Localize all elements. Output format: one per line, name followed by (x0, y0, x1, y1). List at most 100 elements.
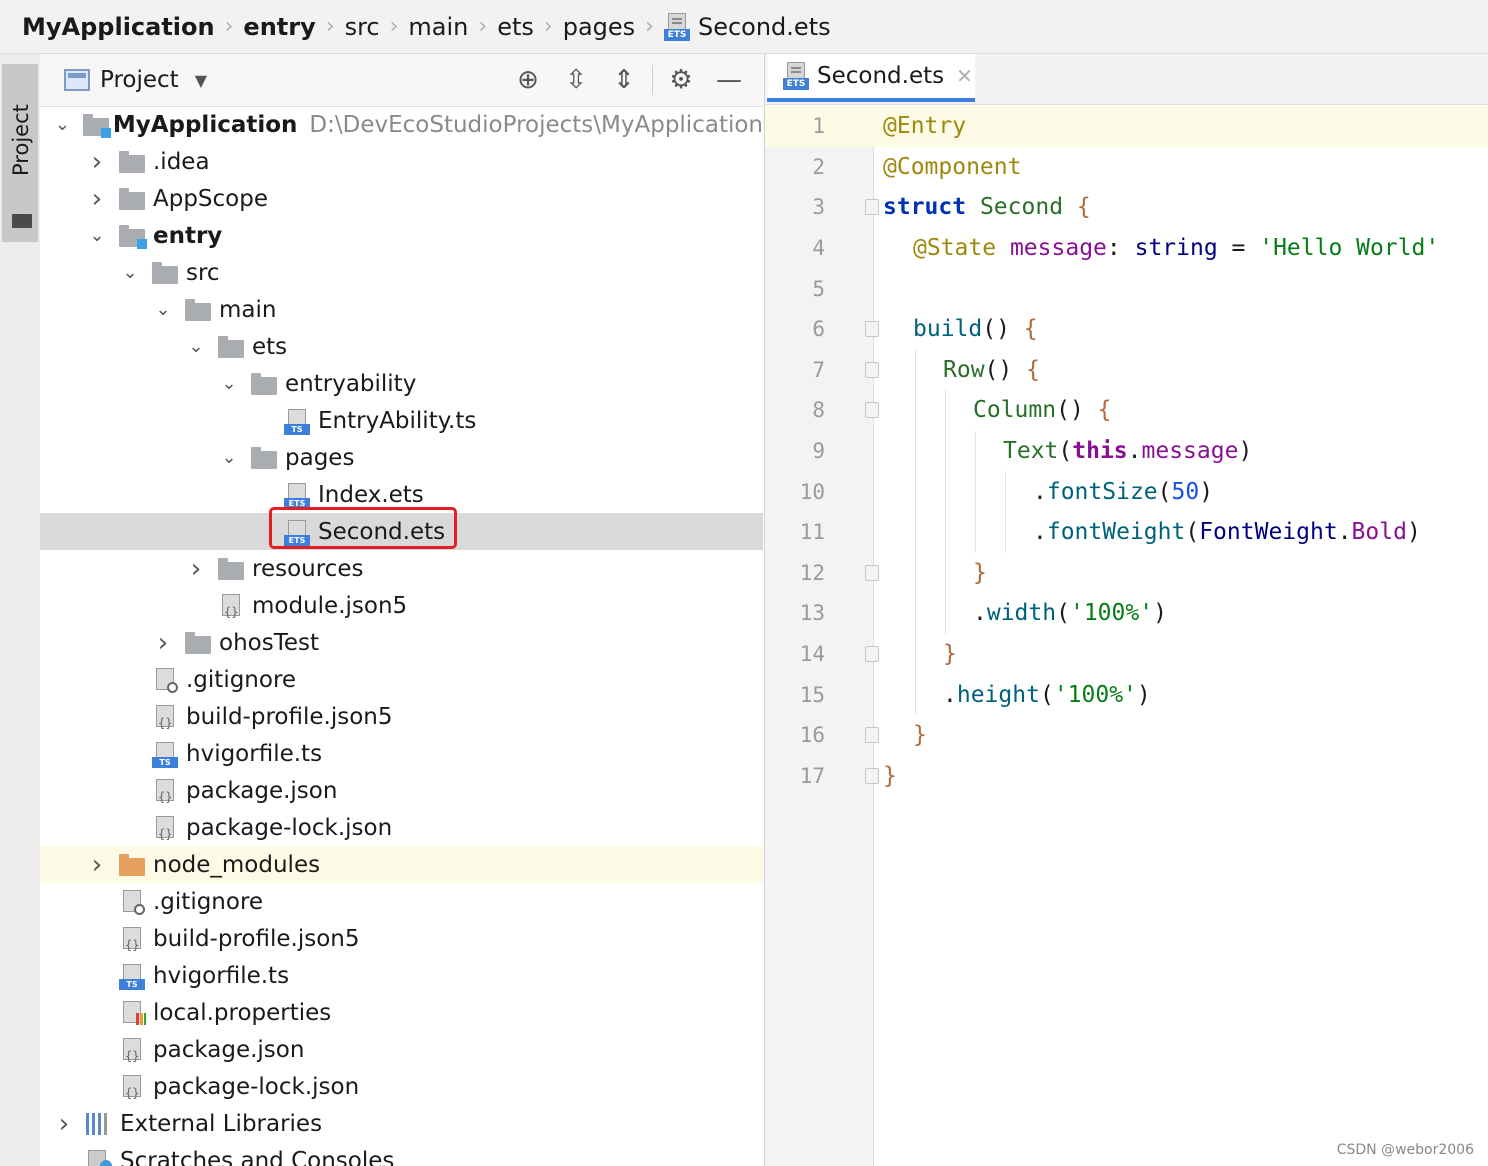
project-view-selector[interactable]: Project ▼ (64, 67, 207, 93)
tree-item[interactable]: ⌄ main (40, 291, 763, 328)
ets-file-icon: ETS (783, 62, 809, 90)
chevron-down-icon[interactable]: ⌄ (153, 299, 173, 320)
tree-item[interactable]: ›.gitignore (40, 883, 763, 920)
breadcrumb-item[interactable]: src (345, 13, 380, 41)
code-token: '100%' (1053, 681, 1137, 708)
code-line[interactable]: 16} (765, 715, 1488, 756)
tree-item[interactable]: ⌄ src (40, 254, 763, 291)
chevron-down-icon[interactable]: ⌄ (186, 336, 206, 357)
tree-item-label: .gitignore (186, 666, 297, 693)
tree-item[interactable]: › ohosTest (40, 624, 763, 661)
fold-close-icon[interactable] (865, 767, 879, 784)
fold-open-icon[interactable] (865, 321, 879, 338)
breadcrumb-label: entry (243, 12, 316, 41)
chevron-right-icon[interactable]: › (87, 850, 107, 880)
code-line[interactable]: 3 struct Second { (765, 187, 1488, 228)
chevron-right-icon[interactable]: › (186, 554, 206, 584)
fold-open-icon[interactable] (865, 361, 879, 378)
tree-item[interactable]: ⌄ entry (40, 217, 763, 254)
tree-item-label: local.properties (153, 999, 332, 1026)
code-line[interactable]: 10 .fontSize(50) (765, 471, 1488, 512)
chevron-right-icon: › (645, 14, 654, 39)
indent-guide (945, 430, 946, 472)
minimize-icon[interactable]: — (705, 60, 753, 100)
tree-item[interactable]: ›{}package.json (40, 772, 763, 809)
breadcrumb-item[interactable]: ets (497, 13, 534, 41)
tree-item[interactable]: ›{}build-profile.json5 (40, 920, 763, 957)
code-line[interactable]: 9 Text(this.message) (765, 430, 1488, 472)
tree-item[interactable]: ›{}module.json5 (40, 587, 763, 624)
code-line[interactable]: 4 @State message: string = 'Hello World' (765, 228, 1488, 269)
fold-close-icon[interactable] (865, 727, 879, 744)
chevron-down-icon[interactable]: ⌄ (54, 114, 71, 135)
tree-item[interactable]: › AppScope (40, 180, 763, 217)
code-token: ) (1199, 478, 1214, 505)
chevron-down-icon[interactable]: ⌄ (219, 373, 239, 394)
tree-item[interactable]: ›TSEntryAbility.ts (40, 402, 763, 439)
tree-item[interactable]: › resources (40, 550, 763, 587)
fold-close-icon[interactable] (865, 646, 879, 663)
tree-item[interactable]: ›{}package-lock.json (40, 1068, 763, 1105)
tree-item[interactable]: ›ETSIndex.ets (40, 476, 763, 513)
tree-item[interactable]: ›ETSSecond.ets (40, 513, 763, 550)
tree-item[interactable]: › .idea (40, 143, 763, 180)
tree-item-label: EntryAbility.ts (318, 407, 477, 434)
tree-item[interactable]: ›{}package.json (40, 1031, 763, 1068)
fold-open-icon[interactable] (865, 199, 879, 216)
tree-item[interactable]: ›TShvigorfile.ts (40, 735, 763, 772)
code-line[interactable]: 17} (765, 756, 1488, 797)
editor-tab-label: Second.ets (817, 63, 945, 89)
breadcrumb-item[interactable]: ETS Second.ets (663, 12, 831, 41)
line-number: 15 (799, 682, 825, 707)
code-line[interactable]: 8 Column() { (765, 390, 1488, 431)
tree-item[interactable]: ⌄ MyApplication D:\DevEcoStudioProjects\My… (40, 106, 763, 143)
breadcrumb-item[interactable]: MyApplication (22, 13, 215, 41)
code-line[interactable]: 2 @Component (765, 147, 1488, 188)
chevron-right-icon[interactable]: › (54, 1109, 74, 1139)
tree-item[interactable]: ›.gitignore (40, 661, 763, 698)
breadcrumb-item[interactable]: pages (563, 13, 635, 41)
code-line[interactable]: 14} (765, 633, 1488, 675)
chevron-down-icon[interactable]: ⌄ (120, 262, 140, 283)
gear-icon[interactable]: ⚙ (657, 60, 705, 100)
tree-item[interactable]: ⌄ ets (40, 328, 763, 365)
tree-item[interactable]: › node_modules (40, 846, 763, 883)
editor-tab-second-ets[interactable]: ETS Second.ets ✕ (767, 54, 975, 102)
chevron-down-icon[interactable]: ⌄ (219, 447, 239, 468)
close-icon[interactable]: ✕ (956, 64, 973, 88)
code-line[interactable]: 11 .fontWeight(FontWeight.Bold) (765, 511, 1488, 553)
breadcrumb-item[interactable]: entry (243, 13, 315, 41)
project-tool-button[interactable]: Project (2, 64, 38, 242)
code-line[interactable]: 5 (765, 268, 1488, 309)
code-token: 'Hello World' (1259, 235, 1440, 262)
tree-item[interactable]: ›TShvigorfile.ts (40, 957, 763, 994)
code-line[interactable]: 7 Row() { (765, 349, 1488, 391)
chevron-right-icon[interactable]: › (153, 628, 173, 658)
code-text: .width('100%') (973, 600, 1167, 626)
expand-all-icon[interactable]: ⇳ (552, 60, 600, 100)
chevron-right-icon[interactable]: › (87, 184, 107, 214)
tree-item[interactable]: ›local.properties (40, 994, 763, 1031)
code-line[interactable]: 1 @Entry (765, 106, 1488, 147)
code-area[interactable]: 1 @Entry 2 @Component 3 struct Second {4 @Stat… (765, 106, 1488, 796)
code-line[interactable]: 6 build() { (765, 309, 1488, 350)
code-token: } (943, 641, 957, 668)
code-line[interactable]: 12} (765, 552, 1488, 594)
code-text: @State message: string = 'Hello World' (913, 235, 1439, 261)
collapse-all-icon[interactable]: ⇕ (600, 60, 648, 100)
chevron-down-icon[interactable]: ⌄ (87, 225, 107, 246)
code-line[interactable]: 15 .height('100%') (765, 674, 1488, 715)
tree-item[interactable]: ›{}build-profile.json5 (40, 698, 763, 735)
fold-close-icon[interactable] (865, 564, 879, 581)
tree-item[interactable]: ⌄ entryability (40, 365, 763, 402)
chevron-right-icon[interactable]: › (87, 147, 107, 177)
tree-item[interactable]: ›{}package-lock.json (40, 809, 763, 846)
tree-item[interactable]: ›Scratches and Consoles (40, 1142, 763, 1166)
tree-item[interactable]: ⌄ pages (40, 439, 763, 476)
indent-guide (1005, 511, 1006, 553)
code-line[interactable]: 13 .width('100%') (765, 593, 1488, 634)
breadcrumb-item[interactable]: main (408, 13, 468, 41)
fold-open-icon[interactable] (865, 402, 879, 419)
tree-item[interactable]: › External Libraries (40, 1105, 763, 1142)
crosshair-icon[interactable]: ⊕ (504, 60, 552, 100)
